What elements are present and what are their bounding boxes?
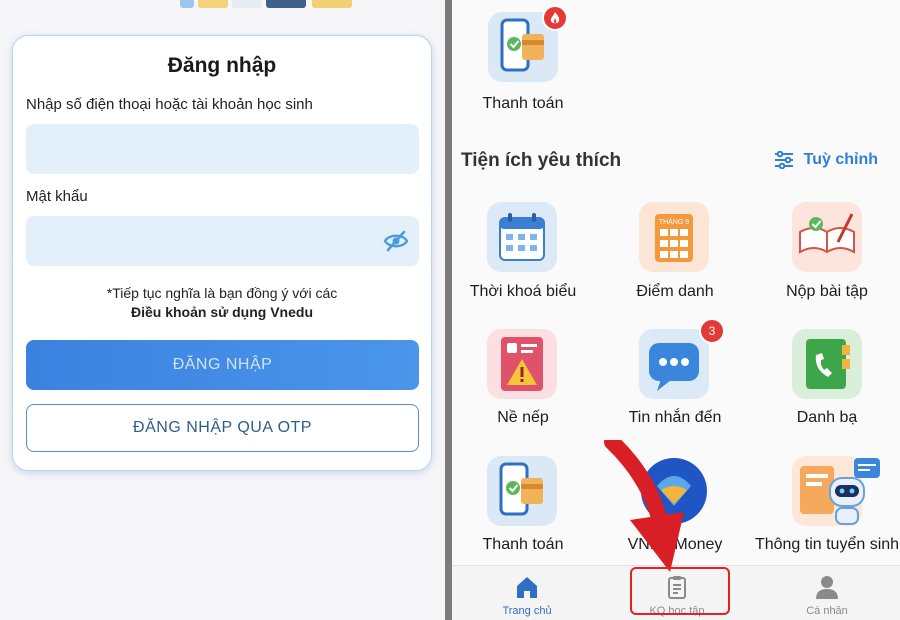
password-field[interactable]	[26, 216, 419, 266]
tile-label: Danh bạ	[796, 409, 858, 426]
person-icon	[816, 576, 838, 599]
svg-text:THÁNG 9: THÁNG 9	[659, 217, 689, 226]
tile-label: Điểm danh	[636, 283, 714, 300]
username-field[interactable]	[26, 124, 419, 174]
nav-label: Cá nhân	[806, 605, 848, 617]
tile-label: Thanh toán	[482, 536, 564, 553]
terms-link[interactable]: Điều khoản sử dụng Vnedu	[13, 303, 431, 322]
highlight-box	[630, 567, 730, 615]
tile-label: Nộp bài tập	[786, 283, 868, 300]
terms-line: *Tiếp tục nghĩa là bạn đồng ý với các	[106, 285, 338, 301]
terms-text: *Tiếp tục nghĩa là bạn đồng ý với các Đi…	[13, 284, 431, 322]
otp-login-button[interactable]: ĐĂNG NHẬP QUA OTP	[26, 404, 419, 452]
attendance-icon: THÁNG 9	[639, 202, 709, 272]
login-button[interactable]: ĐĂNG NHẬP	[26, 340, 419, 390]
header-illustration	[180, 0, 370, 10]
password-label: Mật khẩu	[26, 188, 88, 205]
login-title: Đăng nhập	[167, 54, 277, 77]
red-arrow-annotation	[604, 440, 684, 572]
message-icon	[639, 329, 709, 399]
contacts-phone-icon	[792, 329, 862, 399]
favorites-title: Tiện ích yêu thích	[461, 150, 622, 171]
homework-book-icon	[792, 202, 862, 272]
tile-label: Thông tin tuyển sinh	[754, 536, 900, 553]
unread-badge: 3	[699, 318, 725, 344]
home-icon	[517, 577, 537, 598]
eye-off-icon[interactable]	[383, 230, 409, 252]
calendar-icon	[487, 202, 557, 272]
fire-icon	[542, 5, 568, 31]
customize-label: Tuỳ chỉnh	[803, 151, 878, 168]
admission-robot-icon	[792, 456, 880, 526]
sliders-icon	[774, 151, 793, 169]
nav-profile[interactable]: Cá nhân	[752, 566, 900, 620]
tile-label: Thời khoá biểu	[469, 283, 577, 300]
tile-label: Nề nếp	[497, 409, 549, 426]
conduct-warning-icon	[487, 329, 557, 399]
nav-home[interactable]: Trang chủ	[452, 566, 602, 620]
panel-divider	[445, 0, 452, 620]
payment-phone-icon	[487, 456, 557, 526]
login-screen: Đăng nhập Nhập số điện thoại hoặc tài kh…	[0, 0, 445, 620]
home-screen: Thanh toán Tiện ích yêu thích Tuỳ chỉnh …	[452, 0, 900, 620]
login-card: Đăng nhập Nhập số điện thoại hoặc tài kh…	[12, 35, 432, 471]
username-label: Nhập số điện thoại hoặc tài khoản học si…	[26, 96, 313, 113]
tile-label: Tin nhắn đến	[628, 409, 722, 426]
nav-label: Trang chủ	[502, 605, 552, 617]
customize-button[interactable]: Tuỳ chỉnh	[774, 151, 878, 169]
tile-label: Thanh toán	[482, 95, 564, 112]
